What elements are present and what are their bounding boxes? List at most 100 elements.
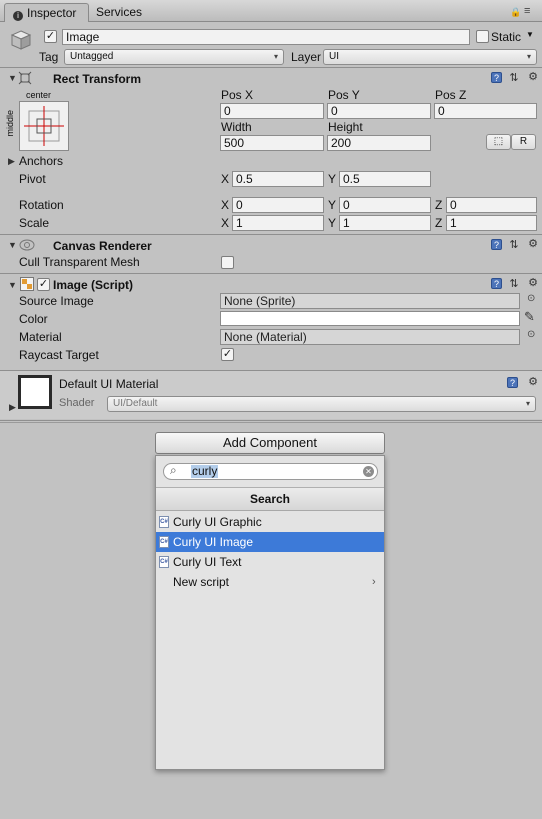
scale-y-field[interactable]: 1 [339,215,431,231]
image-enabled-checkbox[interactable]: ✓ [37,278,50,291]
pos-x-field[interactable]: 0 [220,103,324,119]
list-item-label: Curly UI Image [173,535,254,549]
color-swatch[interactable] [220,311,520,326]
gear-icon[interactable]: ⚙ [527,277,539,289]
divider [0,67,542,68]
static-label: Static [491,30,522,44]
add-component-button[interactable]: Add Component [155,432,385,454]
gear-icon[interactable]: ⚙ [527,376,539,388]
eyedropper-icon[interactable]: ✎ [524,309,535,325]
help-icon[interactable]: ? [491,72,502,83]
preset-sliders-icon[interactable]: ⇅ [508,72,520,84]
tag-label: Tag [39,50,59,64]
canvas-renderer-icon [19,238,35,252]
lock-icon[interactable]: 🔒 [510,7,521,18]
scale-label: Scale [19,216,50,230]
inspector-tab-bar: i Inspector Services 🔒 ≡ [0,0,542,22]
divider [0,273,542,274]
clear-search-icon[interactable]: ✕ [363,466,374,477]
layer-value: UI [329,51,339,62]
object-name-field[interactable]: Image [62,29,470,45]
static-checkbox[interactable] [476,30,489,43]
fold-arrow-icon[interactable]: ▼ [8,240,17,250]
tag-dropdown[interactable]: Untagged ▾ [64,49,284,65]
rotation-x-field[interactable]: 0 [232,197,324,213]
info-icon: i [13,11,23,21]
list-item-label: Curly UI Graphic [173,515,262,529]
list-item-label: New script [173,575,230,589]
rotation-x-axis-label: X [221,198,230,212]
shader-dropdown[interactable]: UI/Default ▾ [107,396,536,412]
scale-x-field[interactable]: 1 [232,215,324,231]
static-dropdown-icon[interactable]: ▼ [526,30,534,39]
fold-arrow-icon[interactable]: ▼ [8,280,17,290]
csharp-script-icon: C# [159,556,169,568]
csharp-script-icon: C# [159,536,169,548]
preset-sliders-icon[interactable]: ⇅ [508,239,520,251]
pivot-y-field[interactable]: 0.5 [339,171,431,187]
active-checkbox[interactable]: ✓ [44,30,57,43]
layer-dropdown[interactable]: UI ▾ [323,49,537,65]
pos-z-field[interactable]: 0 [434,103,537,119]
help-icon[interactable]: ? [491,239,502,250]
list-item-new-script[interactable]: New script › [156,572,384,592]
raw-edit-button[interactable]: R [511,134,536,150]
rotation-y-field[interactable]: 0 [339,197,431,213]
component-search-input[interactable]: ⌕ curly ✕ [163,463,378,480]
tag-value: Untagged [70,51,114,62]
search-query-text: curly [191,464,219,478]
cull-transparent-mesh-label: Cull Transparent Mesh [19,255,140,269]
chevron-right-icon: › [372,576,376,588]
scale-z-field[interactable]: 1 [446,215,537,231]
scale-x-axis-label: X [221,216,230,230]
tab-inspector-label: Inspector [27,6,77,20]
source-image-field[interactable]: None (Sprite) [220,293,520,309]
object-picker-icon[interactable]: ⊙ [527,293,535,304]
rotation-label: Rotation [19,198,64,212]
rotation-z-axis-label: Z [435,198,443,212]
material-preview-thumbnail [18,375,52,409]
material-field[interactable]: None (Material) [220,329,520,345]
shader-label: Shader [59,397,95,409]
help-icon[interactable]: ? [491,278,502,289]
list-item-curly-ui-text[interactable]: C# Curly UI Text [156,552,384,572]
rect-transform-icon [18,71,32,85]
layer-label: Layer [291,50,322,64]
scale-z-axis-label: Z [435,216,443,230]
layer-caret-icon: ▾ [526,52,531,61]
tab-services[interactable]: Services [88,3,158,22]
cull-transparent-mesh-checkbox[interactable] [221,256,234,269]
height-field[interactable]: 200 [327,135,431,151]
tab-inspector[interactable]: i Inspector [4,3,89,22]
anchor-vertical-label: middle [5,110,15,137]
blueprint-mode-button[interactable]: ⬚ [486,134,511,150]
list-item-curly-ui-image[interactable]: C# Curly UI Image [156,532,384,552]
fold-arrow-icon[interactable]: ▶ [9,402,16,413]
gear-icon[interactable]: ⚙ [527,71,539,83]
pivot-x-field[interactable]: 0.5 [232,171,324,187]
image-script-title: Image (Script) [53,278,134,292]
preset-sliders-icon[interactable]: ⇅ [508,278,520,290]
search-icon: ⌕ [170,463,177,477]
width-field[interactable]: 500 [220,135,324,151]
list-item-curly-ui-graphic[interactable]: C# Curly UI Graphic [156,512,384,532]
pos-y-field[interactable]: 0 [327,103,431,119]
pivot-x-axis-label: X [221,172,230,186]
pos-y-label: Pos Y [328,88,360,102]
divider [0,422,542,423]
pivot-y-axis-label: Y [328,172,337,186]
object-picker-icon[interactable]: ⊙ [527,329,535,340]
gear-icon[interactable]: ⚙ [527,238,539,250]
tab-services-label: Services [96,5,143,19]
anchors-label[interactable]: Anchors [19,154,63,168]
raycast-target-checkbox[interactable]: ✓ [221,348,234,361]
gameobject-cube-icon [10,29,32,51]
anchors-fold-icon[interactable]: ▶ [8,156,15,167]
panel-menu-icon[interactable]: ≡ [524,5,530,17]
anchor-preset-button[interactable] [19,101,69,151]
fold-arrow-icon[interactable]: ▼ [8,73,17,83]
height-label: Height [328,120,363,134]
divider [0,420,542,421]
help-icon[interactable]: ? [507,377,518,388]
rotation-z-field[interactable]: 0 [446,197,537,213]
